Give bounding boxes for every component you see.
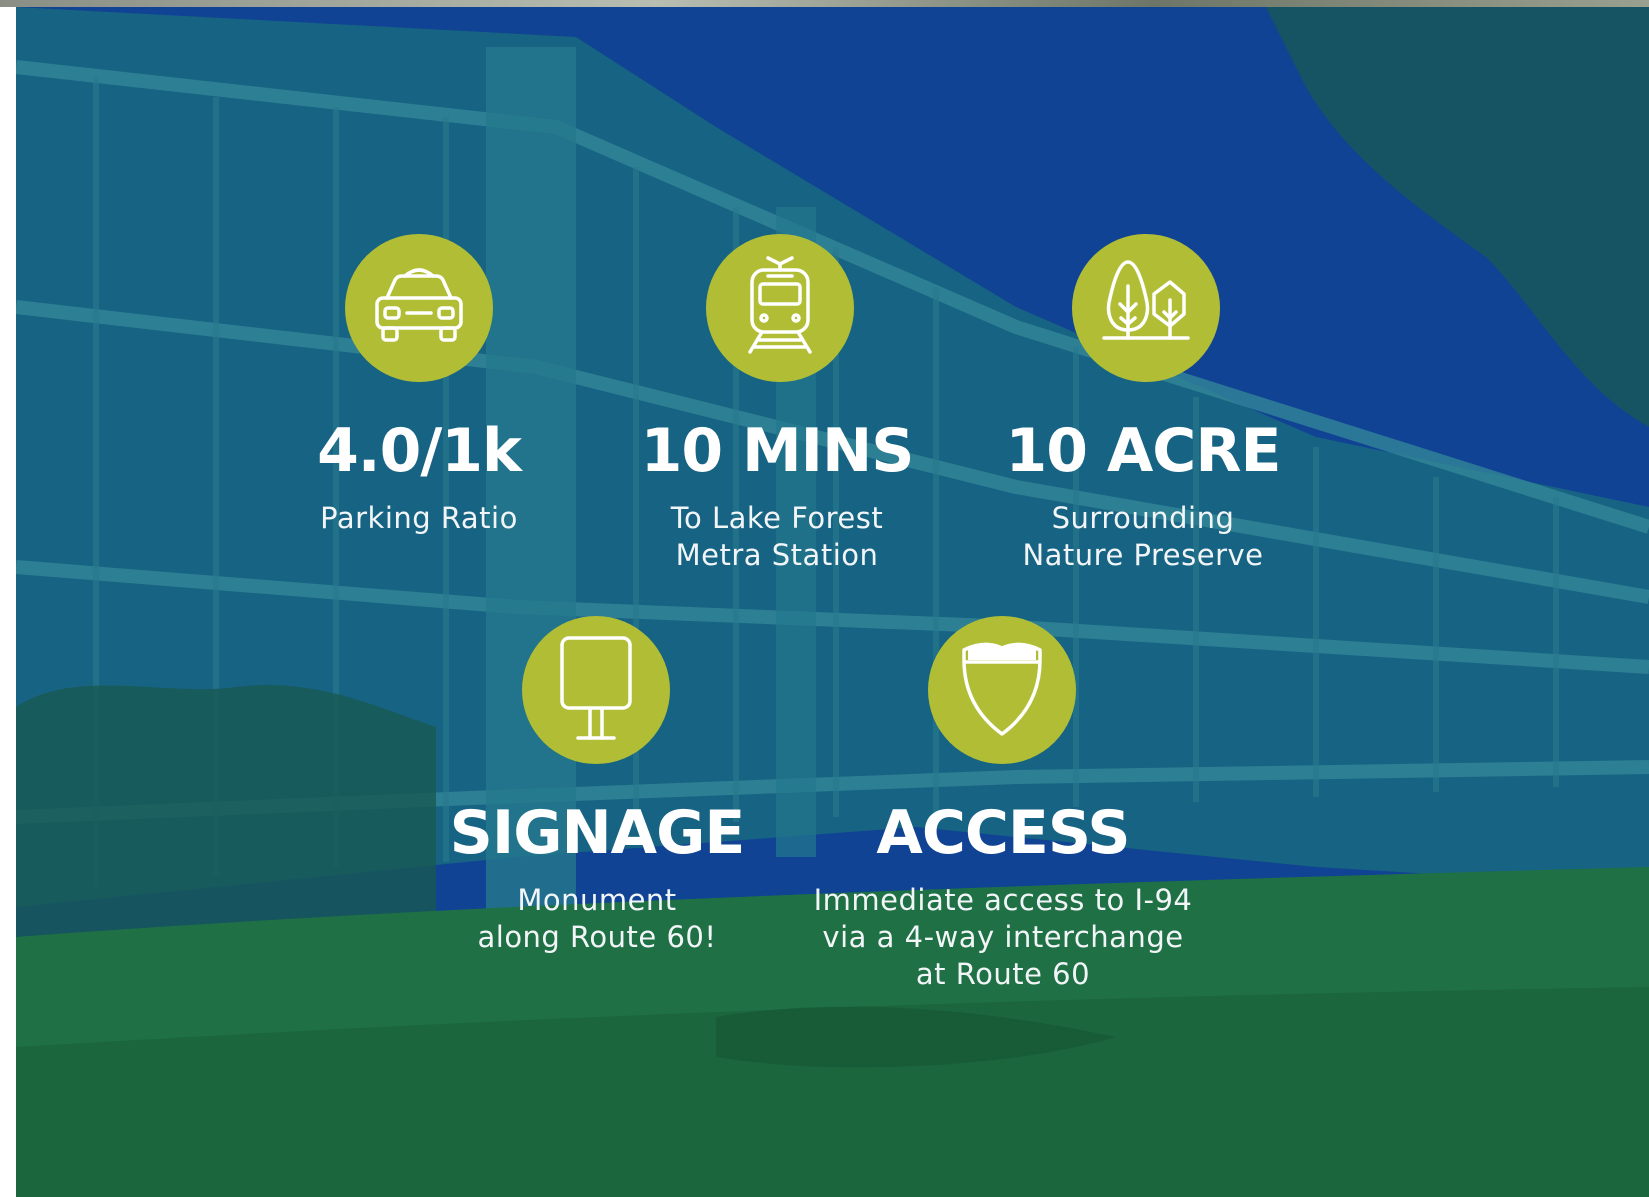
top-photo-strip bbox=[0, 0, 1649, 7]
train-icon bbox=[706, 234, 854, 382]
car-icon bbox=[345, 234, 493, 382]
sign-icon bbox=[522, 616, 670, 764]
acre-stat: 10 ACRE bbox=[1005, 416, 1281, 486]
highway-shield-icon bbox=[928, 616, 1076, 764]
access-stat: ACCESS bbox=[876, 798, 1130, 868]
parking-stat: 4.0/1k bbox=[317, 416, 522, 486]
signage-description: Monument along Route 60! bbox=[477, 883, 717, 954]
left-margin bbox=[0, 7, 16, 1197]
building-background-photo bbox=[16, 7, 1649, 1197]
signage-stat: SIGNAGE bbox=[449, 798, 746, 868]
page: 4.0/1k Parking Ratio 10 MINS To Lake For… bbox=[0, 0, 1649, 1197]
blue-overlay bbox=[16, 7, 1649, 1197]
access-description: Immediate access to I-94 via a 4-way int… bbox=[813, 883, 1193, 991]
trees-icon bbox=[1072, 234, 1220, 382]
acre-description: Surrounding Nature Preserve bbox=[1022, 501, 1264, 572]
metra-stat: 10 MINS bbox=[640, 416, 915, 486]
